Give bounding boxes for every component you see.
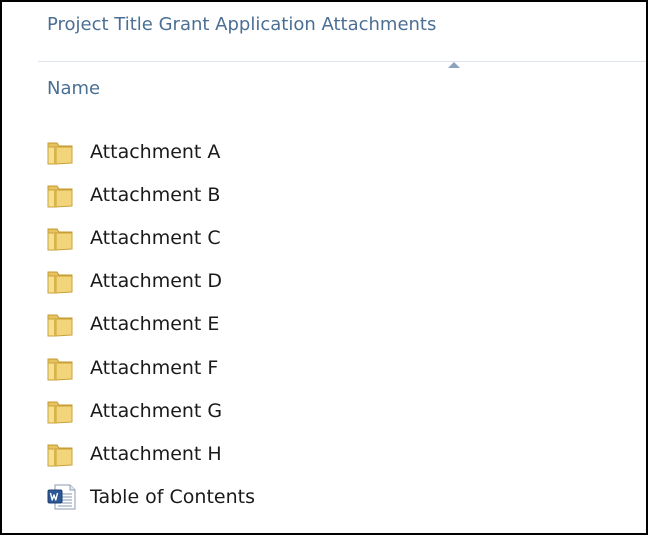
list-item-attachment-e[interactable]: Attachment E [46, 303, 255, 346]
folder-icon [46, 224, 78, 252]
list-item-attachment-f[interactable]: Attachment F [46, 346, 255, 389]
word-document-icon [46, 483, 78, 511]
folder-icon [46, 354, 78, 382]
item-label: Attachment A [90, 140, 221, 163]
file-list: Attachment A Attachment B Attachment C A… [46, 130, 255, 519]
folder-icon [46, 181, 78, 209]
folder-icon [46, 310, 78, 338]
list-item-table-of-contents[interactable]: Table of Contents [46, 476, 255, 519]
list-item-attachment-b[interactable]: Attachment B [46, 173, 255, 216]
folder-icon [46, 440, 78, 468]
item-label: Attachment G [90, 399, 223, 422]
list-item-attachment-a[interactable]: Attachment A [46, 130, 255, 173]
list-item-attachment-d[interactable]: Attachment D [46, 260, 255, 303]
item-label: Table of Contents [90, 486, 255, 509]
list-item-attachment-c[interactable]: Attachment C [46, 216, 255, 259]
breadcrumb[interactable]: Project Title Grant Application Attachme… [47, 14, 436, 35]
folder-icon [46, 138, 78, 166]
folder-icon [46, 397, 78, 425]
item-label: Attachment E [90, 313, 220, 336]
item-label: Attachment C [90, 226, 221, 249]
item-label: Attachment F [90, 356, 219, 379]
item-label: Attachment D [90, 270, 223, 293]
item-label: Attachment H [90, 442, 222, 465]
list-item-attachment-g[interactable]: Attachment G [46, 389, 255, 432]
folder-icon [46, 267, 78, 295]
item-label: Attachment B [90, 183, 221, 206]
column-header-divider [38, 61, 646, 62]
list-item-attachment-h[interactable]: Attachment H [46, 432, 255, 475]
sort-ascending-icon [448, 62, 460, 68]
explorer-window: Project Title Grant Application Attachme… [0, 0, 648, 535]
column-header-name[interactable]: Name [47, 78, 100, 99]
